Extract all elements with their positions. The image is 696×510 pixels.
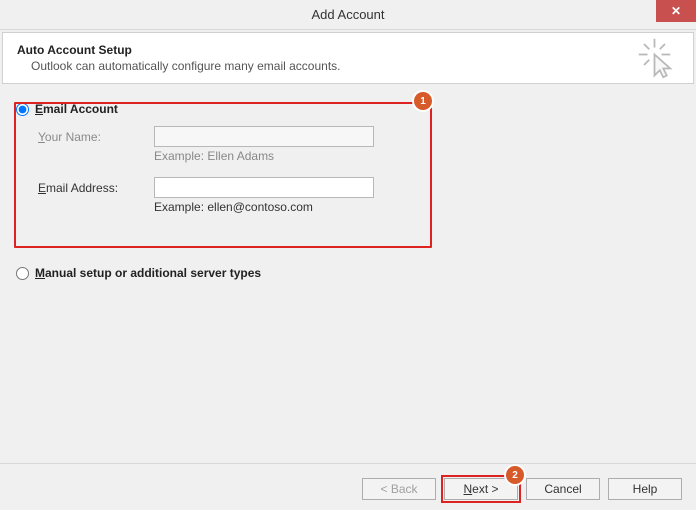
footer-button-bar: < Back Next > 2 Cancel Help [0, 463, 696, 500]
your-name-label: Your Name: [38, 130, 154, 144]
header-heading: Auto Account Setup [17, 43, 679, 57]
manual-setup-option[interactable]: Manual setup or additional server types [16, 266, 680, 280]
your-name-input[interactable] [154, 126, 374, 147]
email-label: Email Address: [38, 181, 154, 195]
manual-setup-label: Manual setup or additional server types [35, 266, 261, 280]
cancel-button[interactable]: Cancel [526, 478, 600, 500]
email-hint: Example: ellen@contoso.com [154, 200, 680, 214]
email-account-option[interactable]: Email Account [16, 102, 680, 116]
content-panel: 1 Email Account Your Name: Example: Elle… [2, 84, 694, 280]
email-row: Email Address: [38, 177, 680, 198]
window-title: Add Account [312, 7, 385, 22]
your-name-row: Your Name: [38, 126, 680, 147]
help-button[interactable]: Help [608, 478, 682, 500]
your-name-hint: Example: Ellen Adams [154, 149, 680, 163]
back-button: < Back [362, 478, 436, 500]
manual-setup-radio[interactable] [16, 267, 29, 280]
email-account-radio[interactable] [16, 103, 29, 116]
close-icon: ✕ [671, 4, 681, 18]
next-button[interactable]: Next > [444, 478, 518, 500]
cursor-starburst-icon [637, 37, 679, 79]
titlebar: Add Account ✕ [0, 0, 696, 30]
dialog-body: Auto Account Setup Outlook can automatic… [0, 30, 696, 510]
header-panel: Auto Account Setup Outlook can automatic… [2, 32, 694, 84]
annotation-callout-1: 1 [414, 92, 432, 110]
header-subheading: Outlook can automatically configure many… [31, 59, 679, 73]
email-input[interactable] [154, 177, 374, 198]
close-button[interactable]: ✕ [656, 0, 696, 22]
email-account-label: Email Account [35, 102, 118, 116]
annotation-callout-2: 2 [506, 466, 524, 484]
annotation-highlight-1 [14, 102, 432, 248]
